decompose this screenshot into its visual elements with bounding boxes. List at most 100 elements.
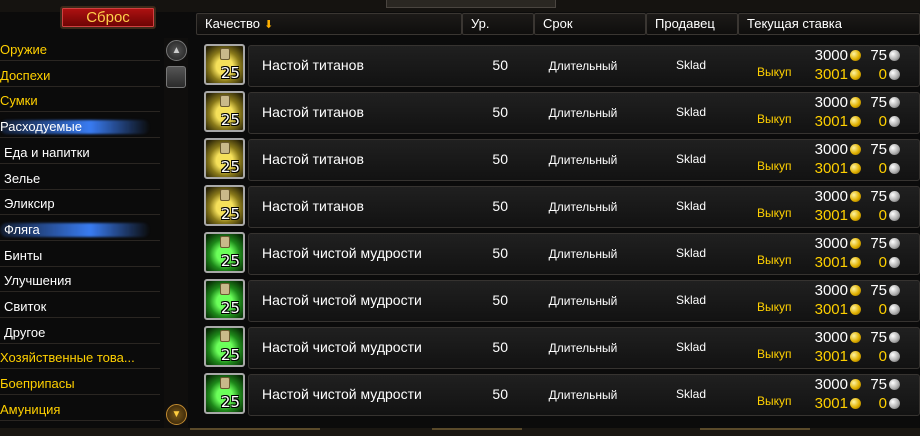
buyout-gold: 3001 <box>814 301 848 318</box>
column-header-current-bid-label: Текущая ставка <box>747 16 842 31</box>
item-name[interactable]: Настой чистой мудрости <box>262 292 422 308</box>
category-label: Оружие <box>0 42 48 57</box>
reset-button[interactable]: Сброс <box>60 6 156 29</box>
flask-cap <box>220 236 230 248</box>
category-item[interactable]: Бинты <box>0 244 160 267</box>
item-name[interactable]: Настой чистой мудрости <box>262 386 422 402</box>
buyout-price: 3001 0 <box>810 160 900 177</box>
silver-coin-icon <box>889 351 900 362</box>
auction-row[interactable]: 25 Настой титанов 50 Длительный Sklad Выкуп 30… <box>200 138 920 182</box>
bid-gold: 3000 <box>814 188 848 205</box>
auction-row[interactable]: 25 Настой чистой мудрости 50 Длительный Skla… <box>200 373 920 417</box>
category-item[interactable]: Другое <box>0 321 160 344</box>
buyout-gold: 3001 <box>814 395 848 412</box>
current-bid: 3000 75 <box>810 282 900 299</box>
category-item[interactable]: Боеприпасы <box>0 372 160 395</box>
item-duration: Длительный <box>548 153 618 167</box>
item-name[interactable]: Настой титанов <box>262 151 364 167</box>
category-item[interactable]: Еда и напитки <box>0 141 160 164</box>
flask-of-titans-icon[interactable]: 25 <box>204 44 245 85</box>
item-duration: Длительный <box>548 59 618 73</box>
buyout-gold: 3001 <box>814 207 848 224</box>
item-name[interactable]: Настой титанов <box>262 104 364 120</box>
column-header-level[interactable]: Ур. <box>462 13 534 35</box>
item-seller: Sklad <box>675 199 707 213</box>
category-label: Другое <box>4 325 46 340</box>
category-item[interactable]: Расходуемые <box>0 115 160 138</box>
category-item[interactable]: Свиток <box>0 295 160 318</box>
category-item[interactable]: Сумки <box>0 89 160 112</box>
flask-of-titans-icon[interactable]: 25 <box>204 185 245 226</box>
flask-of-pure-wisdom-icon[interactable]: 25 <box>204 279 245 320</box>
item-level: 50 <box>492 386 508 402</box>
buyout-gold: 3001 <box>814 348 848 365</box>
category-item[interactable]: Зелье <box>0 167 160 190</box>
category-item[interactable]: Оружие <box>0 38 160 61</box>
buyout-price: 3001 0 <box>810 113 900 130</box>
auction-row[interactable]: 25 Настой титанов 50 Длительный Sklad Выкуп 30… <box>200 185 920 229</box>
current-bid: 3000 75 <box>810 47 900 64</box>
item-seller: Sklad <box>675 58 707 72</box>
category-item[interactable]: Доспехи <box>0 64 160 87</box>
flask-of-pure-wisdom-icon[interactable]: 25 <box>204 373 245 414</box>
auction-row[interactable]: 25 Настой чистой мудрости 50 Длительный Skla… <box>200 232 920 276</box>
item-level: 50 <box>492 245 508 261</box>
category-label: Бинты <box>4 248 43 263</box>
scroll-thumb[interactable] <box>166 66 186 88</box>
column-header-quality[interactable]: Качество ⬇ <box>196 13 462 35</box>
scroll-down-icon[interactable]: ▼ <box>166 404 187 425</box>
buyout-label: Выкуп <box>757 394 792 408</box>
flask-of-pure-wisdom-icon[interactable]: 25 <box>204 326 245 367</box>
item-duration: Длительный <box>548 200 618 214</box>
auction-row[interactable]: 25 Настой чистой мудрости 50 Длительный Skla… <box>200 326 920 370</box>
category-scrollbar[interactable] <box>164 38 188 428</box>
silver-coin-icon <box>889 97 900 108</box>
buyout-gold: 3001 <box>814 113 848 130</box>
flask-of-titans-icon[interactable]: 25 <box>204 91 245 132</box>
flask-cap <box>220 189 230 201</box>
item-name[interactable]: Настой титанов <box>262 57 364 73</box>
gold-coin-icon <box>850 69 861 80</box>
bid-silver: 75 <box>870 235 887 252</box>
bid-gold: 3000 <box>814 94 848 111</box>
category-label: Еда и напитки <box>4 145 90 160</box>
buyout-price: 3001 0 <box>810 66 900 83</box>
bottom-frame-segment <box>432 428 522 436</box>
auction-row[interactable]: 25 Настой чистой мудрости 50 Длительный Skla… <box>200 279 920 323</box>
auction-row[interactable]: 25 Настой титанов 50 Длительный Sklad Выкуп 30… <box>200 44 920 88</box>
silver-coin-icon <box>889 69 900 80</box>
category-item[interactable]: Эликсир <box>0 192 160 215</box>
bottom-frame-segment <box>700 428 810 436</box>
bid-gold: 3000 <box>814 376 848 393</box>
item-name[interactable]: Настой титанов <box>262 198 364 214</box>
item-name[interactable]: Настой чистой мудрости <box>262 339 422 355</box>
buyout-price: 3001 0 <box>810 348 900 365</box>
category-item[interactable]: Амуниция <box>0 398 160 421</box>
bid-gold: 3000 <box>814 47 848 64</box>
column-header-seller[interactable]: Продавец <box>646 13 738 35</box>
buyout-silver: 0 <box>878 395 887 412</box>
column-header-current-bid[interactable]: Текущая ставка <box>738 13 920 35</box>
gold-coin-icon <box>850 332 861 343</box>
item-level: 50 <box>492 292 508 308</box>
buyout-silver: 0 <box>878 207 887 224</box>
auction-row[interactable]: 25 Настой титанов 50 Длительный Sklad Выкуп 30… <box>200 91 920 135</box>
item-name[interactable]: Настой чистой мудрости <box>262 245 422 261</box>
flask-of-pure-wisdom-icon[interactable]: 25 <box>204 232 245 273</box>
category-item[interactable]: Фляга <box>0 218 160 241</box>
flask-cap <box>220 283 230 295</box>
flask-of-titans-icon[interactable]: 25 <box>204 138 245 179</box>
scroll-up-icon[interactable]: ▲ <box>166 40 187 61</box>
buyout-price: 3001 0 <box>810 395 900 412</box>
item-seller: Sklad <box>675 246 707 260</box>
category-item[interactable]: Улучшения <box>0 269 160 292</box>
flask-cap <box>220 377 230 389</box>
gold-coin-icon <box>850 144 861 155</box>
bid-silver: 75 <box>870 188 887 205</box>
column-header-duration[interactable]: Срок <box>534 13 646 35</box>
category-item[interactable]: Хозяйственные това... <box>0 346 160 369</box>
item-seller: Sklad <box>675 340 707 354</box>
gold-coin-icon <box>850 285 861 296</box>
item-seller: Sklad <box>675 293 707 307</box>
buyout-label: Выкуп <box>757 300 792 314</box>
